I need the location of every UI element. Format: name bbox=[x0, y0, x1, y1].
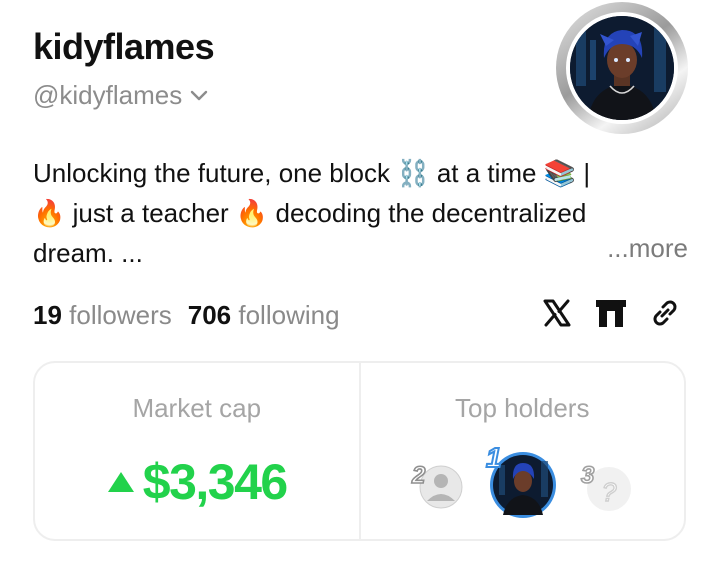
followers-link[interactable]: 19 followers bbox=[33, 300, 172, 331]
svg-text:?: ? bbox=[602, 477, 617, 507]
handle-dropdown[interactable]: @kidyflames bbox=[33, 80, 208, 111]
rank-badge: 1 bbox=[486, 442, 502, 473]
social-links bbox=[540, 296, 682, 330]
top-holders-section: Top holders 2 1 ? 3 bbox=[358, 363, 685, 539]
gate-icon[interactable] bbox=[594, 296, 628, 330]
holder-2-avatar[interactable]: 2 bbox=[409, 461, 469, 518]
more-link[interactable]: ...more bbox=[607, 233, 688, 264]
following-link[interactable]: 706 following bbox=[188, 300, 340, 331]
top-holders-title: Top holders bbox=[455, 393, 590, 423]
avatar-image bbox=[566, 12, 678, 124]
holder-1-avatar[interactable]: 1 bbox=[479, 441, 559, 526]
market-cap-value-row: $3,346 bbox=[35, 453, 359, 511]
link-icon[interactable] bbox=[648, 296, 682, 330]
market-cap-section: Market cap $3,346 bbox=[35, 363, 359, 539]
follow-stats: 19 followers 706 following bbox=[33, 300, 340, 331]
token-card[interactable]: Market cap $3,346 Top holders 2 1 ? 3 bbox=[33, 361, 686, 541]
rank-badge: 3 bbox=[581, 462, 595, 489]
followers-label: followers bbox=[69, 300, 172, 330]
market-cap-value: $3,346 bbox=[142, 454, 288, 510]
followers-count: 19 bbox=[33, 300, 62, 330]
bio-line: 🔥 just a teacher 🔥 decoding the decentra… bbox=[33, 198, 587, 228]
following-label: following bbox=[238, 300, 340, 330]
bio-line: Unlocking the future, one block ⛓️ at a … bbox=[33, 158, 591, 188]
market-cap-title: Market cap bbox=[132, 393, 262, 423]
x-icon[interactable] bbox=[540, 296, 574, 330]
bio-line: dream. ... bbox=[33, 238, 143, 268]
following-count: 706 bbox=[187, 300, 232, 330]
chevron-down-icon bbox=[191, 90, 208, 100]
holder-3-placeholder[interactable]: ? 3 bbox=[575, 459, 639, 520]
handle-text: @kidyflames bbox=[33, 80, 183, 110]
triangle-up-icon bbox=[107, 472, 134, 492]
profile-avatar[interactable] bbox=[556, 2, 688, 134]
rank-badge: 2 bbox=[411, 462, 426, 489]
display-name: kidyflames bbox=[33, 26, 215, 67]
bio: Unlocking the future, one block ⛓️ at a … bbox=[33, 153, 688, 273]
